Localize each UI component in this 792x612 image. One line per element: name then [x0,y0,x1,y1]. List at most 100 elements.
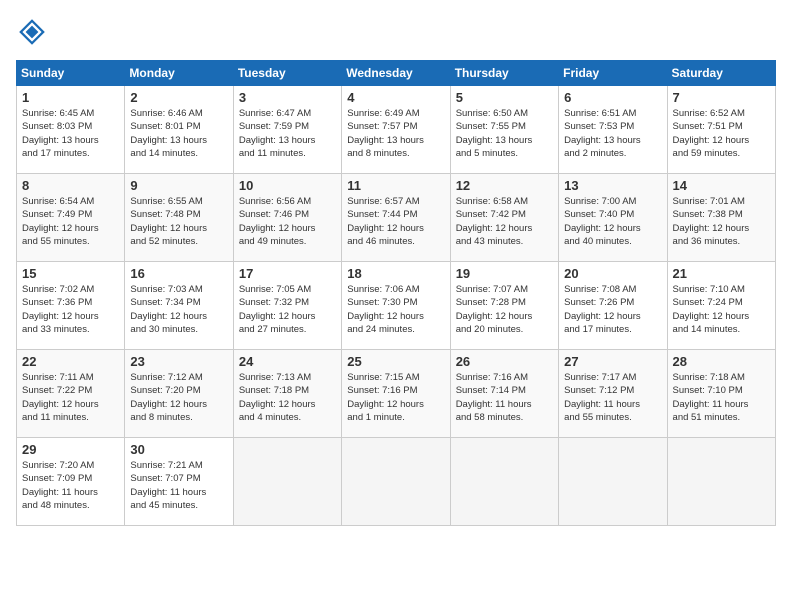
calendar-cell: 11Sunrise: 6:57 AMSunset: 7:44 PMDayligh… [342,174,450,262]
calendar-cell: 30 Sunrise: 7:21 AMSunset: 7:07 PMDayligh… [125,438,233,526]
day-number: 21 [673,266,770,281]
day-info: Sunrise: 7:17 AMSunset: 7:12 PMDaylight:… [564,371,661,424]
day-info: Sunrise: 6:54 AMSunset: 7:49 PMDaylight:… [22,195,119,248]
day-info: Sunrise: 6:45 AMSunset: 8:03 PMDaylight:… [22,107,119,160]
day-number: 20 [564,266,661,281]
week-row-2: 8 Sunrise: 6:54 AMSunset: 7:49 PMDaylight… [17,174,776,262]
col-header-friday: Friday [559,61,667,86]
day-info: Sunrise: 6:58 AMSunset: 7:42 PMDaylight:… [456,195,553,248]
calendar-cell: 4 Sunrise: 6:49 AMSunset: 7:57 PMDaylight… [342,86,450,174]
header-row: SundayMondayTuesdayWednesdayThursdayFrid… [17,61,776,86]
week-row-3: 15 Sunrise: 7:02 AMSunset: 7:36 PMDayligh… [17,262,776,350]
day-number: 2 [130,90,227,105]
day-info: Sunrise: 7:16 AMSunset: 7:14 PMDaylight:… [456,371,553,424]
day-info: Sunrise: 7:08 AMSunset: 7:26 PMDaylight:… [564,283,661,336]
day-number: 18 [347,266,444,281]
day-number: 26 [456,354,553,369]
day-info: Sunrise: 7:18 AMSunset: 7:10 PMDaylight:… [673,371,770,424]
calendar-cell: 6Sunrise: 6:51 AMSunset: 7:53 PMDaylight… [559,86,667,174]
calendar-cell [667,438,775,526]
day-number: 27 [564,354,661,369]
calendar-cell: 9Sunrise: 6:55 AMSunset: 7:48 PMDaylight… [125,174,233,262]
col-header-wednesday: Wednesday [342,61,450,86]
calendar-cell: 25 Sunrise: 7:15 AMSunset: 7:16 PMDayligh… [342,350,450,438]
col-header-saturday: Saturday [667,61,775,86]
day-number: 16 [130,266,227,281]
day-info: Sunrise: 7:12 AMSunset: 7:20 PMDaylight:… [130,371,227,424]
day-info: Sunrise: 6:57 AMSunset: 7:44 PMDaylight:… [347,195,444,248]
calendar-cell: 24 Sunrise: 7:13 AMSunset: 7:18 PMDayligh… [233,350,341,438]
day-number: 10 [239,178,336,193]
day-number: 17 [239,266,336,281]
calendar-cell: 12 Sunrise: 6:58 AMSunset: 7:42 PMDayligh… [450,174,558,262]
day-info: Sunrise: 7:01 AMSunset: 7:38 PMDaylight:… [673,195,770,248]
day-info: Sunrise: 7:00 AMSunset: 7:40 PMDaylight:… [564,195,661,248]
day-info: Sunrise: 6:55 AMSunset: 7:48 PMDaylight:… [130,195,227,248]
day-info: Sunrise: 7:05 AMSunset: 7:32 PMDaylight:… [239,283,336,336]
calendar-cell: 23 Sunrise: 7:12 AMSunset: 7:20 PMDayligh… [125,350,233,438]
day-number: 8 [22,178,119,193]
day-number: 15 [22,266,119,281]
calendar-cell: 7 Sunrise: 6:52 AMSunset: 7:51 PMDaylight… [667,86,775,174]
calendar-cell: 5 Sunrise: 6:50 AMSunset: 7:55 PMDaylight… [450,86,558,174]
day-info: Sunrise: 6:47 AMSunset: 7:59 PMDaylight:… [239,107,336,160]
day-info: Sunrise: 7:21 AMSunset: 7:07 PMDaylight:… [130,459,227,512]
day-number: 29 [22,442,119,457]
calendar-cell: 8 Sunrise: 6:54 AMSunset: 7:49 PMDaylight… [17,174,125,262]
day-info: Sunrise: 7:02 AMSunset: 7:36 PMDaylight:… [22,283,119,336]
day-number: 1 [22,90,119,105]
calendar-cell: 1 Sunrise: 6:45 AMSunset: 8:03 PMDaylight… [17,86,125,174]
week-row-5: 29 Sunrise: 7:20 AMSunset: 7:09 PMDayligh… [17,438,776,526]
day-number: 6 [564,90,661,105]
day-number: 22 [22,354,119,369]
day-number: 19 [456,266,553,281]
calendar-cell: 13 Sunrise: 7:00 AMSunset: 7:40 PMDayligh… [559,174,667,262]
calendar-cell: 22Sunrise: 7:11 AMSunset: 7:22 PMDayligh… [17,350,125,438]
day-number: 30 [130,442,227,457]
page-header [16,16,776,48]
day-info: Sunrise: 6:56 AMSunset: 7:46 PMDaylight:… [239,195,336,248]
day-number: 23 [130,354,227,369]
day-info: Sunrise: 7:13 AMSunset: 7:18 PMDaylight:… [239,371,336,424]
day-info: Sunrise: 7:03 AMSunset: 7:34 PMDaylight:… [130,283,227,336]
calendar-cell: 28 Sunrise: 7:18 AMSunset: 7:10 PMDayligh… [667,350,775,438]
col-header-thursday: Thursday [450,61,558,86]
day-info: Sunrise: 7:06 AMSunset: 7:30 PMDaylight:… [347,283,444,336]
calendar-cell: 18 Sunrise: 7:06 AMSunset: 7:30 PMDayligh… [342,262,450,350]
day-number: 7 [673,90,770,105]
day-number: 25 [347,354,444,369]
day-number: 14 [673,178,770,193]
calendar-cell [559,438,667,526]
calendar-cell: 16 Sunrise: 7:03 AMSunset: 7:34 PMDayligh… [125,262,233,350]
day-number: 12 [456,178,553,193]
calendar-cell: 21 Sunrise: 7:10 AMSunset: 7:24 PMDayligh… [667,262,775,350]
day-number: 13 [564,178,661,193]
logo-icon [16,16,48,48]
col-header-monday: Monday [125,61,233,86]
day-number: 3 [239,90,336,105]
col-header-sunday: Sunday [17,61,125,86]
calendar-cell [342,438,450,526]
day-number: 24 [239,354,336,369]
day-number: 28 [673,354,770,369]
day-number: 4 [347,90,444,105]
calendar-cell: 27 Sunrise: 7:17 AMSunset: 7:12 PMDayligh… [559,350,667,438]
calendar-cell: 26 Sunrise: 7:16 AMSunset: 7:14 PMDayligh… [450,350,558,438]
week-row-4: 22Sunrise: 7:11 AMSunset: 7:22 PMDayligh… [17,350,776,438]
col-header-tuesday: Tuesday [233,61,341,86]
calendar-cell: 20 Sunrise: 7:08 AMSunset: 7:26 PMDayligh… [559,262,667,350]
day-info: Sunrise: 6:52 AMSunset: 7:51 PMDaylight:… [673,107,770,160]
week-row-1: 1 Sunrise: 6:45 AMSunset: 8:03 PMDaylight… [17,86,776,174]
calendar-cell: 2 Sunrise: 6:46 AMSunset: 8:01 PMDaylight… [125,86,233,174]
day-info: Sunrise: 6:46 AMSunset: 8:01 PMDaylight:… [130,107,227,160]
calendar-cell: 3 Sunrise: 6:47 AMSunset: 7:59 PMDaylight… [233,86,341,174]
day-info: Sunrise: 6:49 AMSunset: 7:57 PMDaylight:… [347,107,444,160]
calendar-cell [450,438,558,526]
day-info: Sunrise: 7:15 AMSunset: 7:16 PMDaylight:… [347,371,444,424]
calendar-cell: 15 Sunrise: 7:02 AMSunset: 7:36 PMDayligh… [17,262,125,350]
day-info: Sunrise: 6:50 AMSunset: 7:55 PMDaylight:… [456,107,553,160]
day-number: 5 [456,90,553,105]
calendar-cell: 14 Sunrise: 7:01 AMSunset: 7:38 PMDayligh… [667,174,775,262]
day-info: Sunrise: 7:10 AMSunset: 7:24 PMDaylight:… [673,283,770,336]
day-info: Sunrise: 7:20 AMSunset: 7:09 PMDaylight:… [22,459,119,512]
